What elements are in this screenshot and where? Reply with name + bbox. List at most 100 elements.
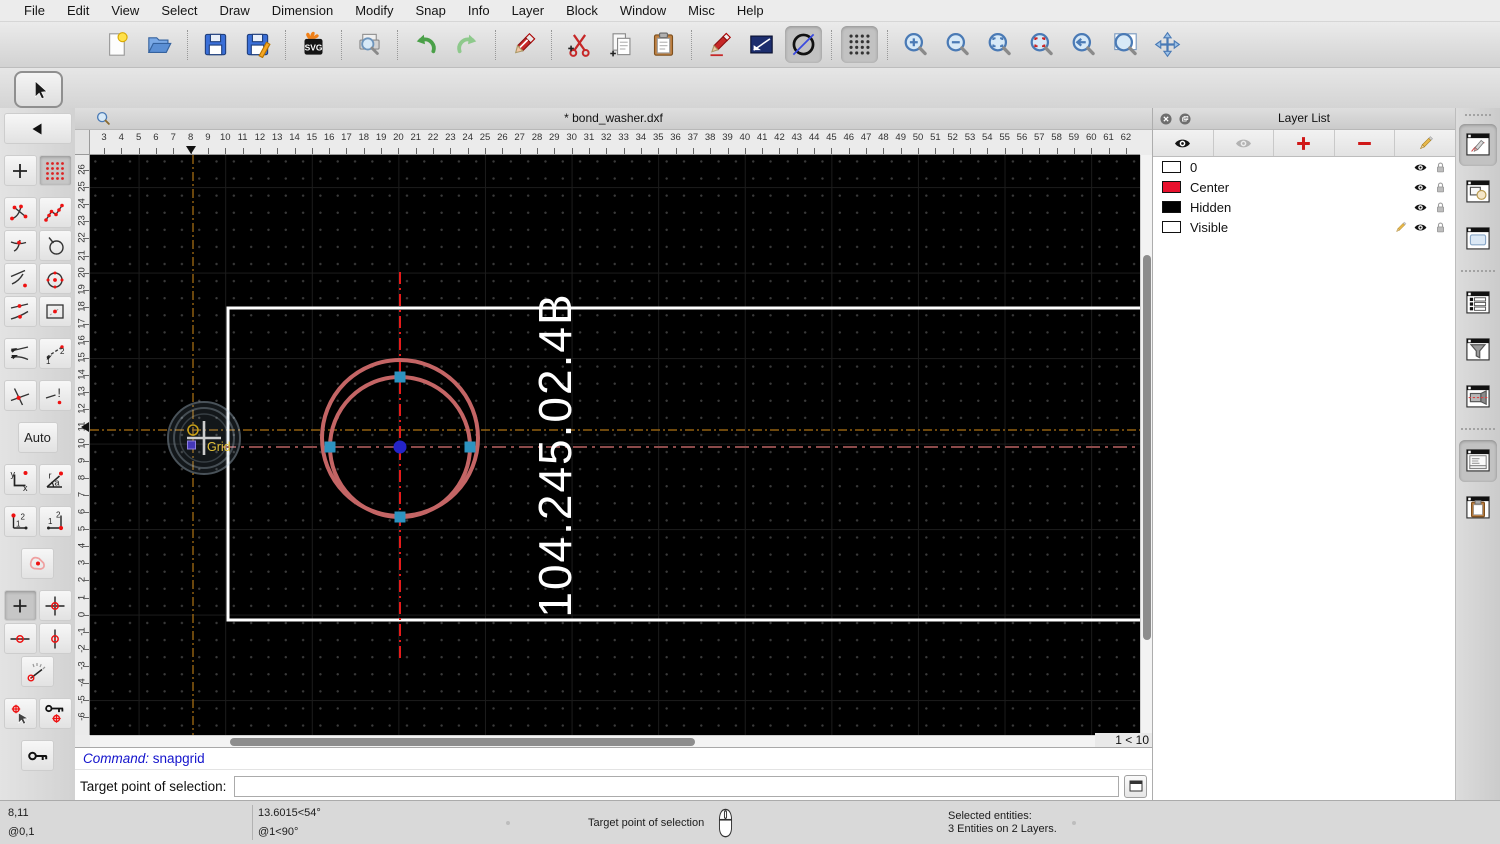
snap-intersection-button[interactable] — [3, 230, 37, 261]
vertical-scrollbar-thumb[interactable] — [1143, 255, 1151, 640]
eye-icon[interactable] — [1413, 160, 1428, 175]
menu-layer[interactable]: Layer — [501, 3, 556, 18]
snap-grid-button[interactable] — [38, 155, 72, 186]
lock-icon[interactable] — [1433, 180, 1448, 195]
menu-view[interactable]: View — [100, 3, 150, 18]
lock-icon[interactable] — [1433, 160, 1448, 175]
back-arrow-button[interactable] — [3, 113, 72, 144]
pencil-icon[interactable] — [1393, 220, 1408, 235]
auto-button[interactable]: Auto — [17, 422, 58, 453]
zoom-out-button[interactable] — [939, 26, 976, 63]
lock-icon[interactable] — [1433, 200, 1448, 215]
dock-library-button[interactable] — [1459, 218, 1497, 260]
restrict-vertical-button[interactable] — [38, 623, 72, 654]
intersect-two-button[interactable] — [3, 380, 37, 411]
eye-icon[interactable] — [1413, 200, 1428, 215]
menu-file[interactable]: File — [13, 3, 56, 18]
print-preview-button[interactable] — [351, 26, 388, 63]
menu-select[interactable]: Select — [150, 3, 208, 18]
menu-dimension[interactable]: Dimension — [261, 3, 344, 18]
zoom-select-button[interactable] — [1023, 26, 1060, 63]
menu-block[interactable]: Block — [555, 3, 609, 18]
copy-button[interactable] — [603, 26, 640, 63]
selection-handle[interactable] — [324, 441, 336, 453]
menu-edit[interactable]: Edit — [56, 3, 100, 18]
pen-button[interactable] — [701, 26, 738, 63]
layer-row-visible[interactable]: Visible — [1153, 217, 1455, 237]
snap-endpoint-button[interactable] — [3, 197, 37, 228]
dock-pen-button[interactable] — [1459, 124, 1497, 166]
rel-abs-button[interactable]: 12 — [3, 506, 37, 537]
lock-relative-zero-button[interactable] — [3, 698, 37, 729]
selection-handle[interactable] — [394, 511, 406, 523]
dock-clipboard-button[interactable] — [1459, 487, 1497, 529]
grid-dots-button[interactable] — [841, 26, 878, 63]
snap-entity-button[interactable] — [38, 197, 72, 228]
set-relative-zero-button[interactable] — [38, 698, 72, 729]
dock-filter-button[interactable] — [1459, 329, 1497, 371]
snap-arrows-button[interactable] — [3, 338, 37, 369]
command-detach-button[interactable] — [1124, 774, 1147, 798]
intersect-manual-button[interactable]: ! — [38, 380, 72, 411]
circle-line-button[interactable] — [785, 26, 822, 63]
part-number-text[interactable]: 104.245.02.4B — [529, 292, 581, 617]
snap-middle-button[interactable] — [3, 296, 37, 327]
snap-distance-button[interactable]: 12 — [38, 338, 72, 369]
zoom-window-button[interactable] — [1107, 26, 1144, 63]
snap-onrect-button[interactable] — [38, 296, 72, 327]
remove-layer-button[interactable] — [1334, 130, 1396, 156]
dock-command-button[interactable] — [1459, 440, 1497, 482]
layer-row-hidden[interactable]: Hidden — [1153, 197, 1455, 217]
layer-row-0[interactable]: 0 — [1153, 157, 1455, 177]
layer-row-center[interactable]: Center — [1153, 177, 1455, 197]
rel-rel-button[interactable]: 12 — [38, 506, 72, 537]
zoom-pan-button[interactable] — [1149, 26, 1186, 63]
snap-center-button[interactable] — [38, 263, 72, 294]
restrict-horizontal-button[interactable] — [3, 623, 37, 654]
menu-help[interactable]: Help — [726, 3, 775, 18]
restrict-orthogonal-button[interactable] — [38, 590, 72, 621]
restrict-nothing-button[interactable] — [3, 590, 37, 621]
undo-button[interactable] — [407, 26, 444, 63]
center-handle[interactable] — [393, 440, 407, 454]
eraser-button[interactable] — [505, 26, 542, 63]
zoom-auto-button[interactable] — [981, 26, 1018, 63]
save-button[interactable] — [197, 26, 234, 63]
show-all-layers-button[interactable] — [1153, 130, 1214, 156]
horizontal-scrollbar[interactable] — [90, 735, 1100, 747]
dock-list-button[interactable] — [1459, 282, 1497, 324]
new-button[interactable] — [99, 26, 136, 63]
command-input[interactable] — [234, 775, 1119, 797]
redo-button[interactable] — [449, 26, 486, 63]
cut-button[interactable] — [561, 26, 598, 63]
horizontal-scrollbar-thumb[interactable] — [230, 738, 695, 746]
coord-cartesian-button[interactable]: yx — [3, 464, 37, 495]
selection-handle[interactable] — [464, 441, 476, 453]
hide-all-layers-button[interactable] — [1213, 130, 1275, 156]
dock-blocks-button[interactable] — [1459, 171, 1497, 213]
line-rect-button[interactable] — [743, 26, 780, 63]
snap-free-button[interactable] — [3, 155, 37, 186]
menu-misc[interactable]: Misc — [677, 3, 726, 18]
menu-snap[interactable]: Snap — [405, 3, 457, 18]
menu-draw[interactable]: Draw — [208, 3, 260, 18]
selection-handle[interactable] — [394, 371, 406, 383]
snap-circle-button[interactable] — [38, 230, 72, 261]
dock-dimension-button[interactable] — [1459, 376, 1497, 418]
eye-icon[interactable] — [1413, 180, 1428, 195]
zoom-in-button[interactable] — [897, 26, 934, 63]
save-as-button[interactable] — [239, 26, 276, 63]
restrict-angle-button[interactable] — [21, 656, 54, 687]
menu-modify[interactable]: Modify — [344, 3, 404, 18]
zoom-prev-button[interactable] — [1065, 26, 1102, 63]
snap-selection-button[interactable] — [21, 548, 54, 579]
menu-info[interactable]: Info — [457, 3, 501, 18]
paste-button[interactable] — [645, 26, 682, 63]
key-lock-button[interactable] — [21, 740, 54, 771]
add-layer-button[interactable] — [1274, 130, 1335, 156]
coord-polar-button[interactable]: ra — [38, 464, 72, 495]
edit-layer-button[interactable] — [1395, 130, 1455, 156]
svg-export-button[interactable]: SVG — [295, 26, 332, 63]
snap-tangent-button[interactable] — [3, 263, 37, 294]
vertical-scrollbar[interactable] — [1140, 155, 1152, 735]
